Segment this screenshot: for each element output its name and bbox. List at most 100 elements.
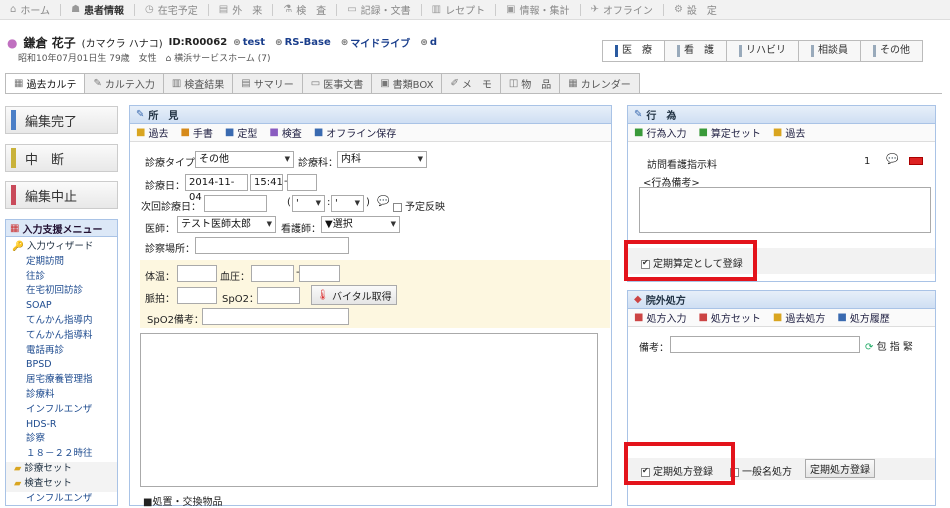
tag-link-0[interactable]: ⊛ test — [233, 35, 265, 50]
nav-item-6[interactable]: ▥ レセプト — [422, 0, 495, 20]
chat-icon[interactable]: 💬 — [886, 154, 898, 165]
rx-note-input[interactable] — [670, 336, 860, 353]
menu-item-label: SOAP — [26, 300, 52, 312]
menu-item[interactable]: 往診 — [6, 270, 117, 285]
spo2note-input[interactable] — [202, 308, 349, 325]
menu-item[interactable]: てんかん指導料 — [6, 329, 117, 344]
dept-select[interactable]: 内科 — [337, 151, 427, 168]
screen-tab-6[interactable]: ✐ メ モ — [441, 73, 501, 93]
pill-icon: ◆ — [634, 294, 642, 305]
findings-btn-2[interactable]: ■ 定型 — [225, 125, 257, 140]
screen-tab-7[interactable]: ◫ 物 品 — [499, 73, 561, 93]
nav-label: 記録・文書 — [360, 6, 411, 17]
menu-item[interactable]: インフルエンザ — [6, 492, 117, 505]
edit-complete-button[interactable]: 編集完了 — [5, 106, 118, 134]
bp-high-input[interactable] — [251, 265, 294, 282]
reflect-checkbox[interactable]: 予定反映 — [393, 198, 445, 213]
menu-item[interactable]: てんかん指導内 — [6, 314, 117, 329]
action-btn-1[interactable]: ■ 算定セット — [698, 125, 760, 140]
findings-btn-3[interactable]: ■ 検査 — [269, 125, 301, 140]
next-hour-select[interactable]: ' — [292, 195, 325, 212]
rx-btn-2[interactable]: ■ 過去処方 — [773, 310, 825, 325]
date-input[interactable]: 2014-11-04 — [185, 174, 248, 203]
action-btn-2[interactable]: ■ 過去 — [773, 125, 805, 140]
menu-item[interactable]: SOAP — [6, 299, 117, 314]
findings-btn-1[interactable]: ■ 手書 — [180, 125, 212, 140]
menu-item[interactable]: 居宅療養管理指 — [6, 373, 117, 388]
pulse-input[interactable] — [177, 287, 217, 304]
menu-item[interactable]: 診察 — [6, 432, 117, 447]
highlight-box — [624, 442, 735, 485]
nav-item-4[interactable]: ⚗ 検 査 — [273, 0, 336, 20]
nav-label: 情報・集計 — [519, 6, 570, 17]
nav-item-7[interactable]: ▣ 情報・集計 — [496, 0, 579, 20]
vital-fetch-button[interactable]: 🌡 バイタル取得 — [311, 285, 397, 305]
screen-tab-2[interactable]: ▥ 検査結果 — [162, 73, 234, 93]
temp-input[interactable] — [177, 265, 217, 282]
rx-btn-3[interactable]: ■ 処方履歴 — [837, 310, 889, 325]
findings-btn-0[interactable]: ■ 過去 — [136, 125, 168, 140]
menu-folder[interactable]: ▰ 診療セット — [6, 461, 117, 477]
findings-toolbar: ■ 過去 ■ 手書 ■ 定型 ■ 検査 ■ オフライン保存 — [130, 124, 611, 142]
action-btn-0[interactable]: ■ 行為入力 — [634, 125, 686, 140]
menu-item[interactable]: 診療料 — [6, 388, 117, 403]
menu-folder[interactable]: ▰ 検査セット — [6, 476, 117, 492]
menu-item[interactable]: 電話再診 — [6, 344, 117, 359]
time-input[interactable]: 15:41 — [250, 174, 283, 191]
tag-link-3[interactable]: ⊛ d — [420, 35, 437, 50]
screen-tab-4[interactable]: ▭ 医事文書 — [301, 73, 373, 93]
type-select[interactable]: その他 — [195, 151, 294, 168]
rx-hint[interactable]: ⟳ 包 指 緊 — [865, 338, 913, 353]
rx-btn-1[interactable]: ■ 処方セット — [698, 310, 760, 325]
next-min-select[interactable]: ' — [331, 195, 364, 212]
time-end-input[interactable] — [287, 174, 317, 191]
tag-link-2[interactable]: ⊛ マイドライブ — [341, 35, 411, 51]
findings-btn-4[interactable]: ■ オフライン保存 — [314, 125, 396, 140]
tab-marker — [739, 45, 742, 57]
menu-item[interactable]: BPSD — [6, 358, 117, 373]
dept-tab-2[interactable]: リハビリ — [727, 41, 799, 61]
screen-tab-1[interactable]: ✎ カルテ入力 — [84, 73, 164, 93]
place-input[interactable] — [195, 237, 349, 254]
delete-icon[interactable] — [909, 157, 923, 165]
tab-marker — [615, 45, 618, 57]
nav-item-2[interactable]: ◷ 在宅予定 — [135, 0, 208, 20]
nav-item-0[interactable]: ⌂ ホーム — [0, 0, 60, 20]
menu-item[interactable]: 在宅初回訪診 — [6, 284, 117, 299]
dept-tab-4[interactable]: その他 — [861, 41, 922, 61]
lab-icon: ⚗ — [283, 4, 293, 15]
generic-checkbox[interactable]: 一般名処方 — [730, 463, 792, 478]
screen-tab-8[interactable]: ▦ カレンダー — [559, 73, 640, 93]
menu-item[interactable]: 定期訪問 — [6, 255, 117, 270]
nav-item-5[interactable]: ▭ 記録・文書 — [337, 0, 420, 20]
menu-item[interactable]: １８－２２時往 — [6, 447, 117, 462]
screen-tab-0[interactable]: ▦ 過去カルテ — [5, 73, 86, 93]
suspend-button[interactable]: 中 断 — [5, 144, 118, 172]
chat-icon[interactable]: 💬 — [377, 196, 389, 207]
reflect-check[interactable] — [393, 202, 402, 212]
screen-tab-3[interactable]: ▤ サマリー — [232, 73, 303, 93]
edit-cancel-button[interactable]: 編集中止 — [5, 181, 118, 209]
menu-item-label: てんかん指導料 — [26, 329, 93, 341]
menu-item[interactable]: HDS-R — [6, 418, 117, 433]
menu-item[interactable]: インフルエンザ — [6, 403, 117, 418]
next-date-input[interactable] — [204, 195, 267, 212]
dept-tab-3[interactable]: 相談員 — [799, 41, 861, 61]
nav-item-8[interactable]: ✈ オフライン — [581, 0, 663, 20]
rx-reg-button[interactable]: 定期処方登録 — [805, 459, 875, 478]
tag-link-1[interactable]: ⊛ RS-Base — [275, 35, 331, 50]
action-memo-textarea[interactable] — [639, 187, 931, 233]
nurse-select[interactable]: ▼選択 — [321, 216, 400, 233]
rx-btn-0[interactable]: ■ 処方入力 — [634, 310, 686, 325]
dept-tab-0[interactable]: 医 療 — [603, 41, 665, 61]
findings-textarea[interactable] — [140, 333, 598, 487]
spo2-input[interactable] — [257, 287, 300, 304]
nav-item-1[interactable]: ☗ 患者情報 — [61, 0, 134, 20]
doctor-select[interactable]: テスト医師太郎 — [177, 216, 276, 233]
wizard-item[interactable]: 🔑 入力ウィザード — [6, 240, 117, 255]
nav-item-3[interactable]: ▤ 外 来 — [209, 0, 272, 20]
screen-tab-5[interactable]: ▣ 書類BOX — [371, 73, 443, 93]
bp-low-input[interactable] — [299, 265, 340, 282]
nav-item-9[interactable]: ⚙ 設 定 — [664, 0, 727, 20]
dept-tab-1[interactable]: 看 護 — [665, 41, 727, 61]
